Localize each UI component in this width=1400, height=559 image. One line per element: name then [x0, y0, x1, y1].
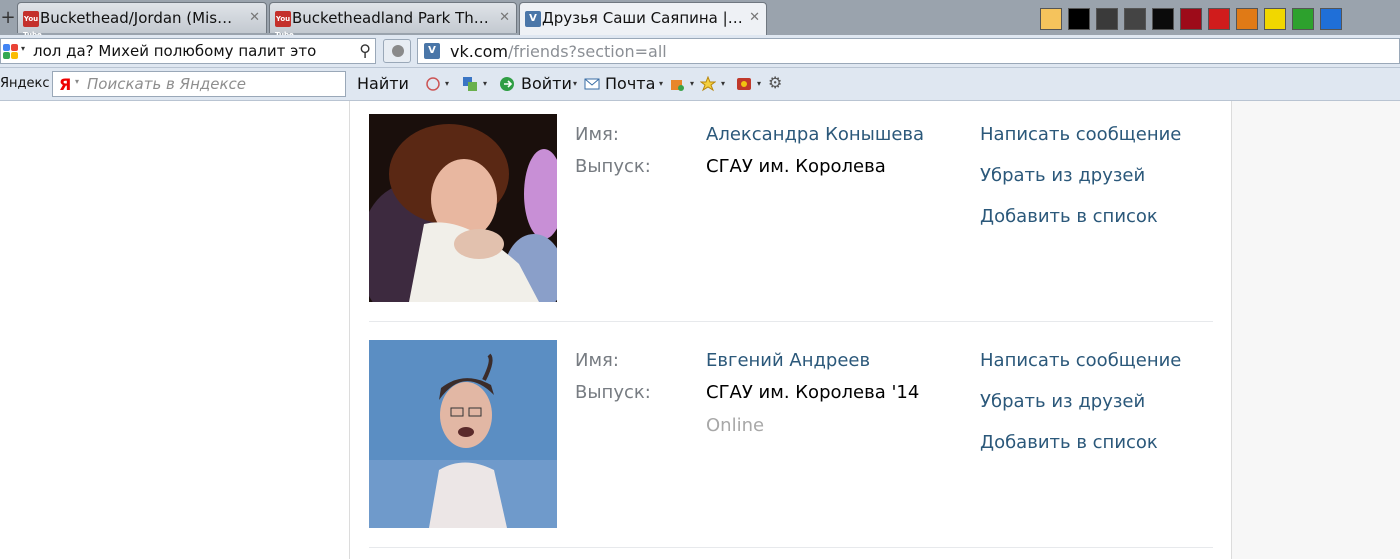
- page-content: Имя: Александра Конышева Выпуск: СГАУ им…: [0, 101, 1400, 559]
- tab-youtube-2[interactable]: You Tube Bucketheadland Park Th… ✕: [269, 2, 517, 39]
- google-icon: [3, 44, 19, 60]
- close-icon[interactable]: ✕: [499, 10, 510, 25]
- color-swatch[interactable]: [1292, 8, 1314, 30]
- tab-youtube-1[interactable]: You Tube Buckethead/Jordan (Mis… ✕: [17, 2, 267, 39]
- right-gutter: [1232, 101, 1400, 559]
- chevron-down-icon[interactable]: ▾: [21, 44, 25, 53]
- chevron-down-icon[interactable]: ▾: [659, 79, 663, 88]
- friend-name-link[interactable]: Евгений Андреев: [706, 350, 870, 371]
- add-to-list-link[interactable]: Добавить в список: [980, 432, 1158, 453]
- translate-icon[interactable]: [462, 76, 478, 92]
- row-divider: [369, 321, 1213, 322]
- send-message-link[interactable]: Написать сообщение: [980, 350, 1181, 371]
- color-swatch[interactable]: [1236, 8, 1258, 30]
- mail-button[interactable]: Почта: [605, 74, 655, 93]
- name-label: Имя:: [575, 124, 619, 145]
- color-swatch[interactable]: [1096, 8, 1118, 30]
- add-to-list-link[interactable]: Добавить в список: [980, 206, 1158, 227]
- tab-title: Bucketheadland Park Th…: [292, 9, 489, 27]
- remove-friend-link[interactable]: Убрать из друзей: [980, 391, 1145, 412]
- url-host: vk.com: [450, 42, 508, 61]
- bookmarks-star-icon[interactable]: [699, 75, 717, 92]
- online-status: Online: [706, 415, 765, 436]
- chevron-down-icon[interactable]: ▾: [573, 79, 577, 88]
- color-swatch[interactable]: [1040, 8, 1062, 30]
- color-swatch[interactable]: [1124, 8, 1146, 30]
- yandex-search-placeholder: Поискать в Яндексе: [87, 75, 247, 93]
- chevron-down-icon[interactable]: ▾: [483, 79, 487, 88]
- content-border-left: [349, 101, 350, 559]
- tab-vk-friends[interactable]: V Друзья Саши Саяпина |… ✕: [519, 2, 767, 35]
- vk-icon: V: [424, 43, 440, 59]
- send-message-link[interactable]: Написать сообщение: [980, 124, 1181, 145]
- youtube-icon: You Tube: [275, 11, 294, 39]
- graduation-value: СГАУ им. Королева: [706, 156, 886, 177]
- remove-friend-link[interactable]: Убрать из друзей: [980, 165, 1145, 186]
- tab-bar: + You Tube Buckethead/Jordan (Mis… ✕ You…: [0, 0, 1400, 39]
- eye-icon: [392, 45, 404, 57]
- gear-icon[interactable]: ⚙: [768, 73, 784, 92]
- chevron-down-icon[interactable]: ▾: [690, 79, 694, 88]
- chevron-down-icon[interactable]: ▾: [445, 79, 449, 88]
- graduation-label: Выпуск:: [575, 156, 651, 177]
- name-label: Имя:: [575, 350, 619, 371]
- row-divider: [369, 547, 1213, 548]
- friend-row: Имя: Евгений Андреев Выпуск: СГАУ им. Ко…: [369, 340, 1213, 548]
- color-swatch[interactable]: [1264, 8, 1286, 30]
- url-path: /friends?section=all: [508, 42, 667, 61]
- login-button[interactable]: Войти: [521, 74, 572, 93]
- yandex-search-field[interactable]: Я ▾ Поискать в Яндексе: [52, 71, 346, 97]
- chevron-down-icon[interactable]: ▾: [75, 77, 79, 86]
- find-button[interactable]: Найти: [357, 74, 409, 93]
- color-palette: [1040, 8, 1342, 30]
- login-icon[interactable]: [499, 76, 515, 92]
- color-swatch[interactable]: [1320, 8, 1342, 30]
- shield-icon[interactable]: [736, 76, 752, 92]
- url-text[interactable]: vk.com/friends?section=all: [450, 42, 667, 61]
- navigation-toolbar: ▾ лол да? Михей полюбому палит это ⚲ V v…: [0, 35, 1400, 68]
- yandex-menu[interactable]: Яндекс: [0, 76, 50, 91]
- youtube-icon: You Tube: [23, 11, 42, 39]
- color-swatch[interactable]: [1180, 8, 1202, 30]
- graduation-label: Выпуск:: [575, 382, 651, 403]
- graduation-value: СГАУ им. Королева '14: [706, 382, 920, 403]
- yandex-toolbar: Яндекс Я ▾ Поискать в Яндексе Найти ▾ ▾ …: [0, 68, 1400, 101]
- close-icon[interactable]: ✕: [249, 10, 260, 25]
- friend-row: Имя: Александра Конышева Выпуск: СГАУ им…: [369, 114, 1213, 322]
- search-box[interactable]: ▾ лол да? Михей полюбому палит это ⚲: [0, 38, 376, 64]
- mail-icon[interactable]: [584, 76, 600, 92]
- tab-title: Друзья Саши Саяпина |…: [542, 9, 743, 27]
- color-swatch[interactable]: [1152, 8, 1174, 30]
- chat-icon[interactable]: [425, 76, 441, 92]
- friend-name-link[interactable]: Александра Конышева: [706, 124, 924, 145]
- tab-list-button[interactable]: +: [0, 6, 16, 30]
- search-icon[interactable]: ⚲: [359, 41, 371, 60]
- tab-title: Buckethead/Jordan (Mis…: [40, 9, 233, 27]
- friend-avatar[interactable]: [369, 114, 557, 302]
- reader-button[interactable]: [383, 39, 411, 63]
- color-swatch[interactable]: [1208, 8, 1230, 30]
- search-input[interactable]: лол да? Михей полюбому палит это: [33, 42, 316, 60]
- chevron-down-icon[interactable]: ▾: [757, 79, 761, 88]
- color-swatch[interactable]: [1068, 8, 1090, 30]
- chevron-down-icon[interactable]: ▾: [721, 79, 725, 88]
- market-icon[interactable]: [669, 76, 685, 92]
- close-icon[interactable]: ✕: [749, 10, 760, 25]
- friend-avatar[interactable]: [369, 340, 557, 528]
- vk-icon: V: [525, 11, 541, 27]
- address-bar[interactable]: V vk.com/friends?section=all: [417, 38, 1400, 64]
- yandex-logo-icon: Я: [59, 75, 72, 94]
